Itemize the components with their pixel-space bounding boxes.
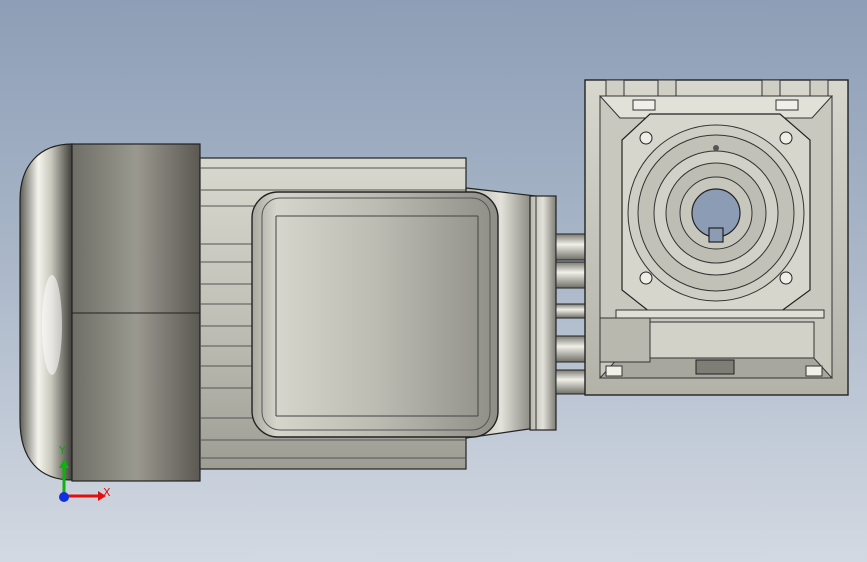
terminal-box	[251, 191, 499, 438]
triad-z-axis	[59, 492, 69, 502]
axis-y-label: Y	[59, 444, 66, 457]
fan-cover-cap	[19, 143, 73, 481]
gearmotor-model[interactable]	[0, 0, 867, 562]
cad-viewport[interactable]: X Y	[0, 0, 867, 562]
axis-x-label: X	[103, 486, 111, 499]
fan-cover	[71, 143, 201, 482]
